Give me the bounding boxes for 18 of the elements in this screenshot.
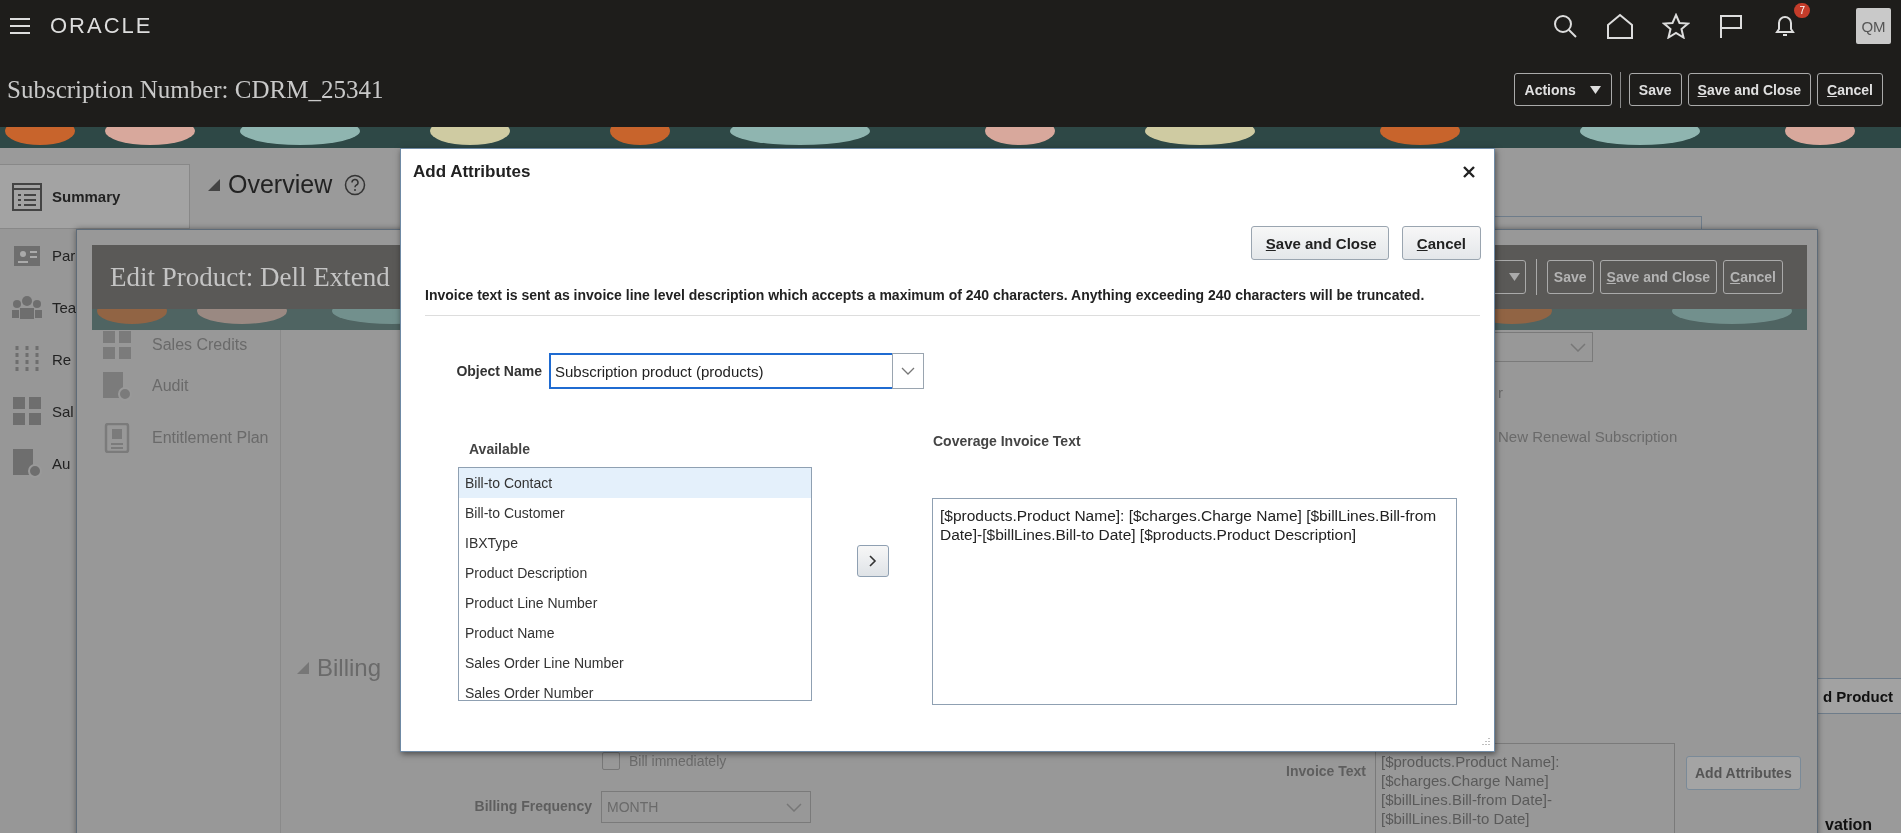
field-label: Invoice Text <box>1286 763 1366 779</box>
text-area-label: Coverage Invoice Text <box>933 433 1082 449</box>
notification-badge: 7 <box>1794 3 1810 18</box>
sidebar-label: Summary <box>52 188 121 205</box>
sidebar-label: Re <box>52 350 72 368</box>
sidebar-label: Par <box>52 246 76 264</box>
dialog-title: Add Attributes <box>413 162 531 182</box>
sidebar-label: Tea <box>52 298 77 316</box>
dialog-title: Edit Product: Dell Extend <box>110 261 390 293</box>
section-heading: Overview <box>228 170 333 199</box>
notice-text: Invoice text is sent as invoice line level description which accepts a maximum of 240 characters. Anything exceeding 240 characters will be truncated. <box>425 287 1480 316</box>
section-heading: vation <box>1825 816 1873 833</box>
field-label: Object Name <box>455 363 542 379</box>
sidebar-label: Sal <box>52 402 74 420</box>
list-label: Available <box>469 441 531 457</box>
page-title: Subscription Number: CDRM_25341 <box>7 75 384 104</box>
field-label: Billing Frequency <box>474 798 592 814</box>
sidebar-label: Au <box>52 454 71 472</box>
